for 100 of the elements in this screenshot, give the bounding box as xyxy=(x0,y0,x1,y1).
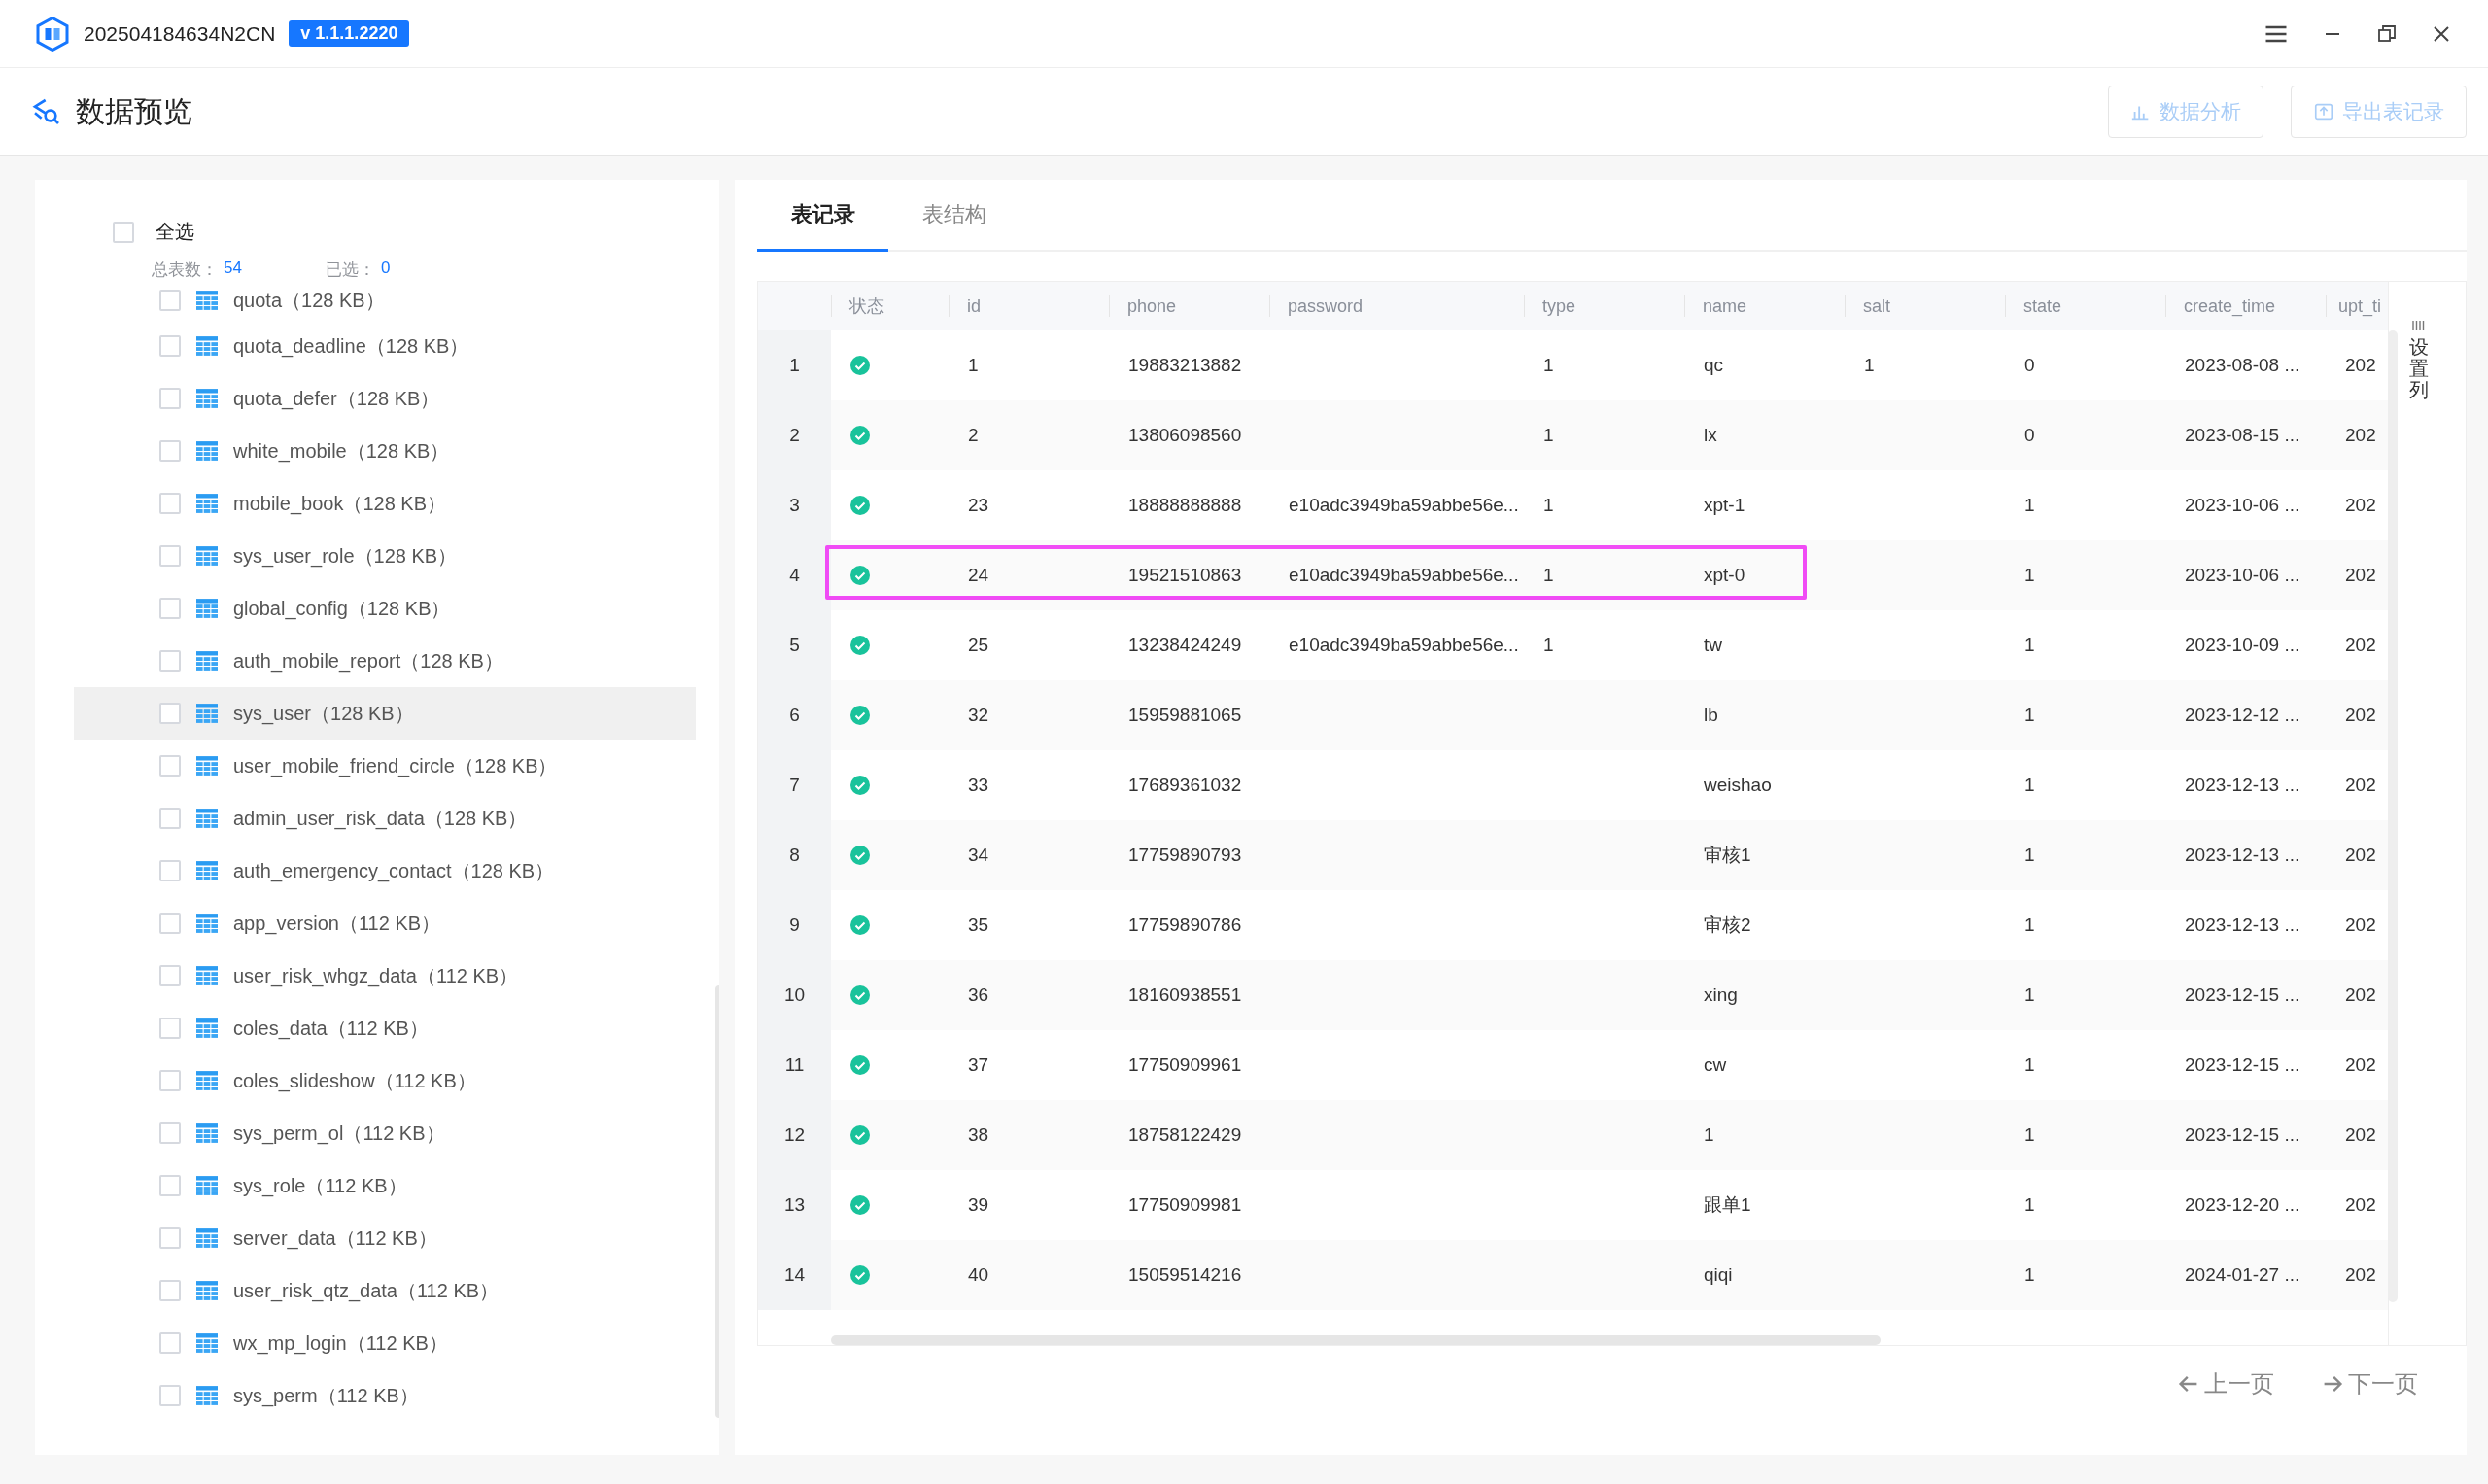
table-cell: 1 xyxy=(968,355,979,376)
checkbox[interactable] xyxy=(159,1385,181,1406)
table-icon xyxy=(196,389,218,408)
table-cell: 1 xyxy=(2024,1124,2035,1146)
export-icon xyxy=(2313,101,2334,122)
checkbox[interactable] xyxy=(159,650,181,672)
table-icon xyxy=(196,1386,218,1405)
table-cell: 15959881065 xyxy=(1128,705,1242,726)
table-list-item[interactable]: mobile_book（128 KB） xyxy=(74,477,696,530)
checkbox[interactable] xyxy=(159,860,181,881)
table-list-item[interactable]: quota_deadline（128 KB） xyxy=(74,320,696,372)
table-cell: lx xyxy=(1704,425,1717,446)
table-list-item[interactable]: sys_perm_ol（112 KB） xyxy=(74,1107,696,1159)
table-cell: 1 xyxy=(1543,425,1554,446)
checkbox[interactable] xyxy=(159,703,181,724)
checkbox[interactable] xyxy=(159,1122,181,1144)
table-list-item[interactable]: global_config（128 KB） xyxy=(74,582,696,635)
checkbox[interactable] xyxy=(159,598,181,619)
table-icon xyxy=(196,1333,218,1353)
checkbox[interactable] xyxy=(159,1227,181,1249)
column-header: salt xyxy=(1845,295,2005,317)
column-header: upt_ti xyxy=(2326,295,2388,317)
table-cell: 2023-12-13 ... xyxy=(2185,915,2300,936)
table-cell: qiqi xyxy=(1704,1264,1733,1286)
table-list-item[interactable]: auth_mobile_report（128 KB） xyxy=(74,635,696,687)
table-cell: 1 xyxy=(1543,355,1554,376)
table-cell: 17689361032 xyxy=(1128,775,1242,796)
table-list-item[interactable]: sys_user（128 KB） xyxy=(74,687,696,740)
table-cell: 2023-12-20 ... xyxy=(2185,1194,2300,1216)
checkbox[interactable] xyxy=(159,1018,181,1039)
table-list-item[interactable]: coles_slideshow（112 KB） xyxy=(74,1054,696,1107)
table-cell: 18758122429 xyxy=(1128,1124,1242,1146)
checkbox[interactable] xyxy=(159,388,181,409)
table-cell: 202 xyxy=(2345,495,2376,516)
next-page-button[interactable]: 下一页 xyxy=(2315,1367,2424,1400)
table-cell: e10adc3949ba59abbe56e... xyxy=(1289,635,1519,656)
table-list-item[interactable]: auth_emergency_contact（128 KB） xyxy=(74,845,696,897)
checkbox[interactable] xyxy=(159,755,181,777)
table-cell: 202 xyxy=(2345,1194,2376,1216)
checkbox[interactable] xyxy=(159,1280,181,1301)
checkbox[interactable] xyxy=(159,965,181,986)
table-list-item[interactable]: server_data（112 KB） xyxy=(74,1212,696,1264)
checkbox[interactable] xyxy=(159,440,181,462)
table-cell: 40 xyxy=(968,1264,989,1286)
table-cell: 13806098560 xyxy=(1128,425,1242,446)
selected-count: 0 xyxy=(380,259,391,279)
table-list-item[interactable]: user_mobile_friend_circle（128 KB） xyxy=(74,740,696,792)
checkbox[interactable] xyxy=(159,1332,181,1354)
table-cell: 202 xyxy=(2345,565,2376,586)
table-list-item[interactable]: sys_role（112 KB） xyxy=(74,1159,696,1212)
row-number: 11 xyxy=(758,1030,831,1100)
table-list-item[interactable]: quota_defer（128 KB） xyxy=(74,372,696,425)
table-list-item[interactable]: sys_perm（112 KB） xyxy=(74,1369,696,1422)
checkbox[interactable] xyxy=(159,1175,181,1196)
tab[interactable]: 表结构 xyxy=(888,180,1019,252)
table-icon xyxy=(196,546,218,566)
table-cell: 202 xyxy=(2345,635,2376,656)
checkbox[interactable] xyxy=(159,493,181,514)
table-list-item[interactable]: coles_data（112 KB） xyxy=(74,1002,696,1054)
select-all-checkbox[interactable] xyxy=(113,221,134,243)
table-cell-text: 审核2 xyxy=(1704,914,1751,937)
table-cell: 0 xyxy=(2024,355,2035,376)
table-cell: 1 xyxy=(1543,565,1554,586)
checkbox[interactable] xyxy=(159,1070,181,1091)
table-list-item[interactable]: app_version（112 KB） xyxy=(74,897,696,949)
table-cell: e10adc3949ba59abbe56e... xyxy=(1289,495,1519,516)
row-number: 14 xyxy=(758,1240,831,1310)
table-list-item[interactable]: white_mobile（128 KB） xyxy=(74,425,696,477)
table-list-item[interactable]: wx_mp_login（112 KB） xyxy=(74,1317,696,1369)
table-cell: weishao xyxy=(1704,775,1772,796)
table-list-item[interactable]: admin_user_risk_data（128 KB） xyxy=(74,792,696,845)
row-number: 7 xyxy=(758,750,831,820)
table-list-item[interactable]: user_risk_whgz_data（112 KB） xyxy=(74,949,696,1002)
table-cell: 1 xyxy=(2024,635,2035,656)
table-icon xyxy=(196,336,218,356)
checkbox[interactable] xyxy=(159,913,181,934)
total-label: 总表数： xyxy=(152,259,218,281)
table-list-item[interactable]: sys_user_role（128 KB） xyxy=(74,530,696,582)
checkbox[interactable] xyxy=(159,808,181,829)
column-settings-button[interactable]: 设置列 xyxy=(2409,321,2429,400)
table-cell: 202 xyxy=(2345,425,2376,446)
table-cell: 2023-08-15 ... xyxy=(2185,425,2300,446)
checkbox[interactable] xyxy=(159,335,181,357)
table-list-item[interactable]: quota（128 KB） xyxy=(74,281,696,320)
table-icon xyxy=(196,494,218,513)
table-icon xyxy=(196,1176,218,1195)
table-cell: 1 xyxy=(2024,495,2035,516)
checkbox[interactable] xyxy=(159,290,181,311)
previous-page-button[interactable]: 上一页 xyxy=(2171,1367,2280,1400)
table-icon xyxy=(196,651,218,671)
table-cell: 202 xyxy=(2345,915,2376,936)
scrollbar[interactable] xyxy=(831,1335,1881,1345)
table-cell: 37 xyxy=(968,1054,989,1076)
table-icon xyxy=(196,1228,218,1248)
row-number: 13 xyxy=(758,1170,831,1240)
tab[interactable]: 表记录 xyxy=(757,180,888,252)
checkbox[interactable] xyxy=(159,545,181,567)
table-icon xyxy=(196,1018,218,1038)
table-list-item[interactable]: user_risk_qtz_data（112 KB） xyxy=(74,1264,696,1317)
row-number: 12 xyxy=(758,1100,831,1170)
